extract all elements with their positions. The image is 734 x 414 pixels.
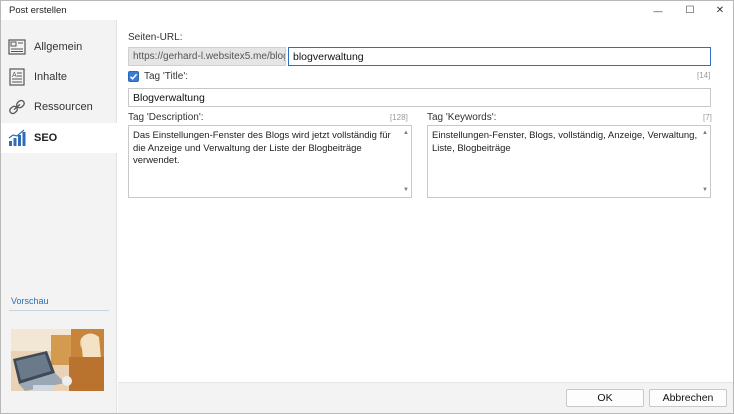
keywords-scrollbar[interactable]: ▲ ▼ <box>701 127 709 196</box>
scroll-down-icon[interactable]: ▼ <box>701 186 709 194</box>
layout-icon <box>8 39 26 55</box>
bar-chart-icon <box>8 129 26 146</box>
description-scrollbar[interactable]: ▲ ▼ <box>402 127 410 196</box>
description-label: Tag 'Description': <box>128 112 204 123</box>
sidebar-item-label: SEO <box>34 132 58 144</box>
text-document-icon: A <box>9 68 25 86</box>
cancel-button[interactable]: Abbrechen <box>649 389 727 407</box>
title-checkbox-label: Tag 'Title': <box>144 71 189 82</box>
keywords-label: Tag 'Keywords': <box>427 112 497 123</box>
preview-image <box>11 329 104 391</box>
title-char-count: [14] <box>697 71 711 80</box>
sidebar-item-label: Inhalte <box>34 71 68 83</box>
seo-panel: Seiten-URL: https://gerhard-l.websitex5.… <box>118 20 733 382</box>
window-title: Post erstellen <box>9 5 67 16</box>
scroll-up-icon[interactable]: ▲ <box>701 129 709 137</box>
url-slug-input[interactable] <box>288 47 711 66</box>
check-icon <box>129 73 138 80</box>
sidebar: Allgemein A Inhalte Ressourcen SEO Vorsc… <box>1 20 117 413</box>
sidebar-item-allgemein[interactable]: Allgemein <box>1 32 117 62</box>
description-char-count: [128] <box>390 113 408 122</box>
close-icon: ✕ <box>715 5 725 16</box>
title-checkbox[interactable] <box>128 71 139 82</box>
description-textarea[interactable]: Das Einstellungen-Fenster des Blogs wird… <box>128 125 412 198</box>
keywords-char-count: [7] <box>703 113 712 122</box>
preview-label: Vorschau <box>11 296 49 306</box>
maximize-icon: ☐ <box>685 5 695 16</box>
keywords-text: Einstellungen-Fenster, Blogs, vollständi… <box>432 130 698 154</box>
sidebar-item-label: Ressourcen <box>34 101 93 113</box>
sidebar-item-label: Allgemein <box>34 41 83 53</box>
sidebar-item-ressourcen[interactable]: Ressourcen <box>1 92 117 122</box>
dialog-window: Post erstellen — ☐ ✕ Allgemein A Inhalte… <box>0 0 734 414</box>
link-icon <box>9 99 25 115</box>
close-button[interactable]: ✕ <box>704 1 734 20</box>
keywords-textarea[interactable]: Einstellungen-Fenster, Blogs, vollständi… <box>427 125 711 198</box>
sidebar-item-inhalte[interactable]: A Inhalte <box>1 62 117 92</box>
sidebar-item-seo[interactable]: SEO <box>1 123 117 153</box>
minimize-icon: — <box>653 5 663 16</box>
scroll-up-icon[interactable]: ▲ <box>402 129 410 137</box>
ok-button[interactable]: OK <box>566 389 644 407</box>
url-prefix: https://gerhard-l.websitex5.me/blog/? <box>128 47 286 66</box>
svg-text:A: A <box>12 72 17 79</box>
preview-divider <box>9 310 109 311</box>
title-input[interactable] <box>128 88 711 107</box>
laptop-desk-photo <box>11 329 104 391</box>
maximize-button[interactable]: ☐ <box>674 1 706 20</box>
minimize-button[interactable]: — <box>642 1 674 20</box>
url-label: Seiten-URL: <box>128 32 183 43</box>
scroll-down-icon[interactable]: ▼ <box>402 186 410 194</box>
description-text: Das Einstellungen-Fenster des Blogs wird… <box>133 130 391 166</box>
title-bar: Post erstellen — ☐ ✕ <box>1 1 733 20</box>
dialog-footer: OK Abbrechen <box>118 382 733 413</box>
